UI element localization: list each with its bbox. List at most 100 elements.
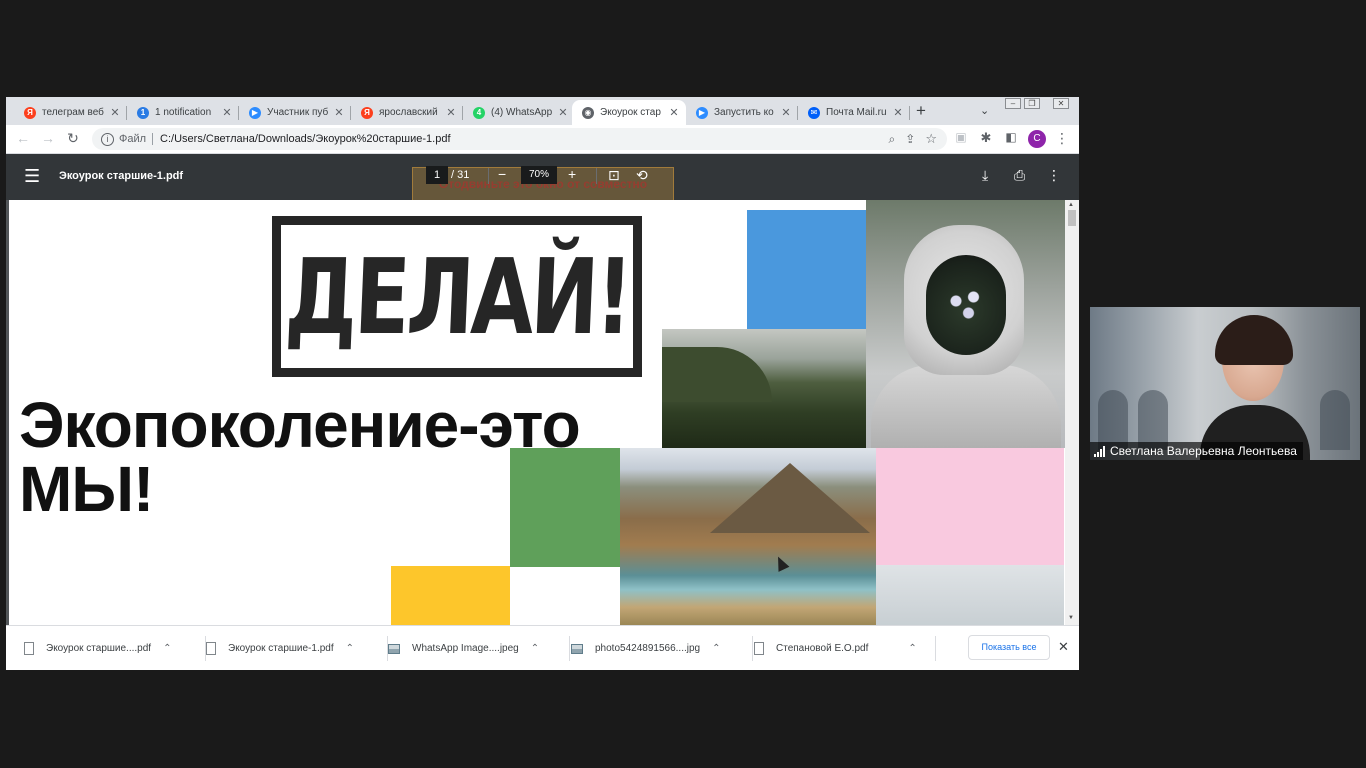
- tab-title: Почта Mail.ru: [826, 107, 887, 118]
- scheme-label: Файл: [119, 133, 147, 145]
- page-total: / 31: [451, 169, 470, 181]
- close-tab-icon[interactable]: ✕: [109, 106, 121, 119]
- logo-text: ДЕЛАЙ!: [282, 235, 632, 358]
- logo-delay: ДЕЛАЙ!: [272, 216, 642, 377]
- browser-toolbar: ← → ↻ i Файл C:/Users/Светлана/Downloads…: [6, 125, 1079, 154]
- pink-square: [876, 448, 1064, 565]
- omnibox-divider: [152, 133, 154, 145]
- tab-yaroslavl[interactable]: Я ярославский ✕: [351, 100, 463, 125]
- address-bar[interactable]: i Файл C:/Users/Светлана/Downloads/Экоур…: [92, 128, 947, 150]
- print-icon[interactable]: ⎙: [1014, 167, 1025, 184]
- tab-notification[interactable]: 1 1 notification ✕: [127, 100, 239, 125]
- scrollbar-thumb[interactable]: [1068, 210, 1076, 226]
- tab-title: Участник пуб: [267, 107, 329, 118]
- browser-window: Я телеграм веб ✕ 1 1 notification ✕ ▶ Уч…: [6, 97, 1079, 670]
- pdf-toolbar: ☰ Экоурок старшие-1.pdf Отодвиньте это о…: [6, 154, 1079, 202]
- download-item[interactable]: Степановой Е.О.pdf ⌃: [754, 626, 936, 670]
- scroll-down-arrow-icon[interactable]: ▼: [1068, 615, 1074, 621]
- river-valley-photo: [620, 448, 876, 625]
- download-item[interactable]: photo5424891566....jpg ⌃: [571, 626, 753, 670]
- tab-title: Экоурок стар: [600, 107, 661, 118]
- extensions-puzzle-icon[interactable]: ✱: [977, 130, 995, 146]
- back-button[interactable]: ←: [14, 130, 32, 146]
- close-downloads-bar-icon[interactable]: ✕: [1058, 639, 1069, 655]
- page-number-input[interactable]: 1: [426, 166, 448, 184]
- tab-zoom-launch[interactable]: ▶ Запустить ко ✕: [686, 100, 798, 125]
- scroll-up-arrow-icon[interactable]: ▲: [1068, 202, 1074, 208]
- mail-icon: ✉: [808, 106, 820, 119]
- minimize-window-button[interactable]: –: [1005, 98, 1021, 109]
- hamburger-menu-icon[interactable]: ☰: [24, 167, 40, 185]
- profile-avatar[interactable]: C: [1028, 130, 1046, 148]
- extension-icon[interactable]: ▣: [952, 130, 970, 144]
- show-all-downloads-button[interactable]: Показать все: [968, 635, 1050, 660]
- fit-page-icon[interactable]: ⊡: [608, 167, 620, 184]
- close-tab-icon[interactable]: ✕: [668, 106, 680, 119]
- close-tab-icon[interactable]: ✕: [445, 106, 457, 119]
- tab-zoom-participant[interactable]: ▶ Участник пуб ✕: [239, 100, 351, 125]
- notification-icon: 1: [137, 106, 149, 119]
- zoom-search-icon[interactable]: ⌕: [889, 132, 896, 147]
- download-icon[interactable]: ⤓: [982, 167, 988, 184]
- yandex-icon: Я: [361, 106, 373, 119]
- close-tab-icon[interactable]: ✕: [557, 106, 569, 119]
- close-tab-icon[interactable]: ✕: [780, 106, 792, 119]
- chevron-up-icon[interactable]: ⌃: [163, 643, 171, 654]
- zoom-icon: ▶: [696, 106, 708, 119]
- tab-search-chevron-icon[interactable]: ⌄: [980, 104, 989, 117]
- yellow-square: [391, 566, 510, 625]
- tab-ecourok[interactable]: ◉ Экоурок стар ✕: [572, 100, 686, 125]
- tab-title: (4) WhatsApp: [491, 107, 553, 118]
- chevron-up-icon[interactable]: ⌃: [712, 643, 720, 654]
- download-item[interactable]: Экоурок старшие-1.pdf ⌃: [206, 626, 388, 670]
- participant-nameplate: Светлана Валерьевна Леонтьева: [1090, 442, 1303, 460]
- zoom-icon: ▶: [249, 106, 261, 119]
- download-filename: Экоурок старшие....pdf: [46, 643, 152, 654]
- browser-menu-icon[interactable]: ⋮: [1053, 130, 1071, 147]
- restore-window-button[interactable]: ❐: [1024, 98, 1040, 109]
- bookmark-star-icon[interactable]: ☆: [925, 131, 937, 147]
- new-tab-button[interactable]: +: [916, 101, 926, 121]
- url-text[interactable]: C:/Users/Светлана/Downloads/Экоурок%20ст…: [160, 133, 889, 145]
- download-item[interactable]: Экоурок старшие....pdf ⌃: [24, 626, 206, 670]
- zoom-level-input[interactable]: 70%: [521, 166, 557, 184]
- chevron-up-icon[interactable]: ⌃: [908, 643, 916, 654]
- zoom-out-button[interactable]: −: [498, 166, 506, 182]
- tab-whatsapp[interactable]: 4 (4) WhatsApp ✕: [463, 100, 575, 125]
- download-filename: WhatsApp Image....jpeg: [412, 643, 519, 654]
- image-file-icon: [388, 643, 400, 654]
- headline-line-1: Экопоколение-это: [19, 389, 581, 461]
- whatsapp-icon: 4: [473, 106, 485, 119]
- pdf-filename: Экоурок старшие-1.pdf: [59, 170, 184, 182]
- info-icon[interactable]: i: [101, 132, 114, 146]
- pdf-viewport[interactable]: ДЕЛАЙ! Экопоколение-это МЫ! ▲ ▼: [6, 200, 1079, 625]
- blue-square: [747, 210, 866, 329]
- pdf-file-icon: [24, 642, 34, 655]
- pdf-more-menu-icon[interactable]: ⋮: [1047, 167, 1061, 184]
- toolbar-divider: [488, 168, 489, 184]
- forward-button[interactable]: →: [39, 130, 57, 146]
- zoom-in-button[interactable]: +: [568, 166, 576, 182]
- tab-mail[interactable]: ✉ Почта Mail.ru ✕: [798, 100, 910, 125]
- cloudy-photo: [876, 565, 1064, 625]
- share-icon[interactable]: ⇪: [905, 132, 915, 146]
- pdf-scrollbar[interactable]: ▲ ▼: [1065, 200, 1079, 625]
- downloads-bar: Экоурок старшие....pdf ⌃ Экоурок старшие…: [6, 625, 1079, 670]
- close-window-button[interactable]: ✕: [1053, 98, 1069, 109]
- slide-headline: Экопоколение-это МЫ!: [19, 389, 581, 521]
- download-item[interactable]: WhatsApp Image....jpeg ⌃: [388, 626, 570, 670]
- pdf-page: ДЕЛАЙ! Экопоколение-это МЫ!: [9, 200, 1065, 625]
- hills-photo: [662, 329, 866, 448]
- tab-strip: Я телеграм веб ✕ 1 1 notification ✕ ▶ Уч…: [6, 97, 1079, 125]
- reload-button[interactable]: ↻: [64, 130, 82, 147]
- tab-title: Запустить ко: [714, 107, 774, 118]
- tab-telegram[interactable]: Я телеграм веб ✕: [14, 100, 127, 125]
- close-tab-icon[interactable]: ✕: [333, 106, 345, 119]
- rotate-icon[interactable]: ⟲: [636, 167, 648, 184]
- close-tab-icon[interactable]: ✕: [892, 106, 904, 119]
- participant-video-tile[interactable]: Светлана Валерьевна Леонтьева: [1090, 307, 1360, 460]
- chevron-up-icon[interactable]: ⌃: [531, 643, 539, 654]
- side-panel-icon[interactable]: ◧: [1002, 130, 1020, 144]
- close-tab-icon[interactable]: ✕: [221, 106, 233, 119]
- chevron-up-icon[interactable]: ⌃: [346, 643, 354, 654]
